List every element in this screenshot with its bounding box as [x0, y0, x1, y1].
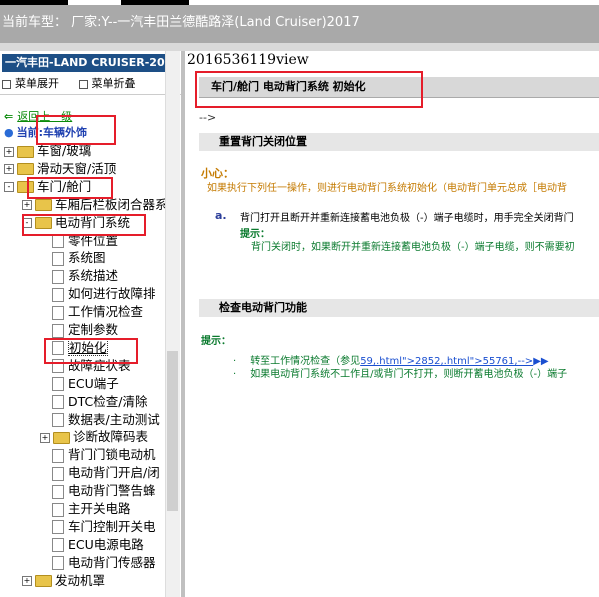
tree-item-label: 背门门锁电动机: [68, 447, 156, 463]
tree-item-label: 滑动天窗/活顶: [37, 160, 117, 176]
document-icon: [52, 466, 64, 481]
hint-title-2: 提示：: [201, 336, 231, 347]
section-heading-check: 检查电动背门功能: [199, 299, 599, 317]
step-label: a.: [215, 209, 227, 222]
content-panel: 2016536119view 车门/舱门 电动背门系统 初始化 --> 重置背门…: [185, 51, 599, 597]
document-icon: [52, 305, 64, 320]
highlight-box-title: [195, 71, 423, 108]
bullet-dot: ·: [233, 369, 237, 380]
folder-icon: [53, 431, 70, 444]
document-icon: [52, 413, 64, 427]
collapse-all-label: 菜单折叠: [91, 77, 136, 90]
expand-toggle-icon[interactable]: +: [22, 200, 32, 211]
document-icon: [52, 556, 64, 571]
document-icon: [52, 251, 64, 266]
vehicle-bar: 当前车型： 厂家:Y--一汽丰田兰德酷路泽(Land Cruiser)2017: [0, 5, 599, 43]
document-icon: [52, 234, 64, 248]
tree-item[interactable]: ECU端子: [40, 375, 119, 393]
folder-icon: [17, 163, 34, 176]
document-icon: [52, 520, 64, 535]
tree-item[interactable]: 电动背门警告蜂: [40, 482, 156, 500]
highlight-box-init: [44, 338, 138, 364]
nav-scrollbar[interactable]: [165, 51, 180, 597]
tree-item[interactable]: 电动背门传感器: [40, 554, 156, 572]
tree-item[interactable]: 如何进行故障排: [40, 285, 156, 303]
tree-item[interactable]: 系统描述: [40, 267, 118, 285]
section-heading-reset: 重置背门关闭位置: [199, 133, 599, 151]
folder-icon: [17, 145, 34, 158]
tree-item[interactable]: 数据表/主动测试: [40, 411, 160, 429]
tree-item-label: 电动背门警告蜂: [68, 483, 156, 499]
tree-item-label: 工作情况检查: [68, 304, 144, 320]
tree-item[interactable]: + 发动机罩: [22, 572, 105, 590]
user-icon: ●: [4, 126, 14, 139]
folder-icon: [35, 199, 52, 212]
expand-toggle-icon[interactable]: +: [4, 164, 14, 175]
tree-item[interactable]: ECU电源电路: [40, 536, 144, 554]
tree-item-label: ECU电源电路: [68, 536, 144, 552]
top-band: [0, 43, 599, 51]
step-text: 背门打开且断开并重新连接蓄电池负极（-）端子电缆时，用手完全关闭背门: [240, 213, 574, 224]
expand-toggle-icon[interactable]: +: [40, 432, 50, 443]
collapse-all-button[interactable]: 菜单折叠: [78, 77, 144, 90]
expand-icon: [2, 79, 11, 89]
expand-toggle-icon[interactable]: +: [4, 146, 14, 157]
tree-item-label: 系统图: [68, 250, 106, 266]
tree-item-label: 定制参数: [68, 322, 119, 337]
divider: [0, 94, 181, 95]
hint-text: 背门关闭时，如果断开并重新连接蓄电池负极（-）端子电缆，则不需要初: [251, 242, 575, 253]
tree-item-label: 车门控制开关电: [68, 518, 156, 534]
view-id: 2016536119view: [187, 52, 309, 68]
tree-item[interactable]: 主开关电路: [40, 500, 131, 518]
highlight-box-current: [36, 115, 116, 145]
tree-item[interactable]: 背门门锁电动机: [40, 446, 156, 464]
document-icon: [52, 538, 64, 553]
tree-item-label: 电动背门开启/闭: [68, 465, 160, 481]
list-item: · 如果电动背门系统不工作且/或背门不打开，则断开蓄电池负极（-）端子: [233, 365, 567, 380]
expand-all-button[interactable]: 菜单展开: [2, 77, 67, 90]
current-vehicle-text: 当前车型： 厂家:Y--一汽丰田兰德酷路泽(Land Cruiser)2017: [2, 15, 360, 30]
nav-header: 一汽丰田-LAND CRUISER-201: [2, 54, 169, 72]
stray-markup: -->: [199, 111, 217, 124]
tree-item-label: DTC检查/清除: [68, 393, 148, 409]
tree-item-label: ECU端子: [68, 375, 119, 391]
document-icon: [52, 287, 64, 302]
back-arrow-icon: ⇐: [4, 110, 14, 123]
expand-toggle-icon[interactable]: +: [22, 576, 32, 587]
document-icon: [52, 377, 64, 392]
document-icon: [52, 395, 64, 410]
tree-item[interactable]: + 诊断故障码表: [40, 428, 148, 446]
caution-text: 如果执行下列任一操作，则进行电动背门系统初始化（电动背门单元总成［电动背: [207, 183, 567, 194]
tree-item[interactable]: 电动背门开启/闭: [40, 464, 160, 482]
collapse-toggle-icon[interactable]: -: [4, 182, 14, 193]
highlight-box-doors: [27, 177, 113, 199]
bullet-text: 如果电动背门系统不工作且/或背门不打开，则断开蓄电池负极（-）端子: [250, 369, 568, 380]
tree-item[interactable]: 工作情况检查: [40, 303, 143, 321]
tree-item[interactable]: DTC检查/清除: [40, 393, 147, 411]
tree-item-label: 发动机罩: [55, 572, 106, 588]
tree-item-label: 电动背门传感器: [68, 554, 156, 570]
folder-icon: [35, 575, 52, 588]
document-icon: [52, 484, 64, 499]
tree-item-label: 诊断故障码表: [73, 429, 149, 445]
tree-item[interactable]: 车门控制开关电: [40, 518, 156, 536]
collapse-icon: [78, 79, 88, 89]
document-icon: [52, 502, 64, 517]
tree-item[interactable]: 定制参数: [40, 321, 118, 339]
tree-item[interactable]: + 滑动天窗/活顶: [4, 160, 116, 178]
tree-item-label: 车窗/玻璃: [37, 143, 92, 158]
tree-item-label: 主开关电路: [68, 501, 131, 516]
expand-all-label: 菜单展开: [15, 77, 59, 90]
document-icon: [52, 269, 64, 284]
tree-item-label: 系统描述: [68, 268, 119, 284]
highlight-box-power-backdoor: [22, 214, 146, 236]
tree-item[interactable]: 系统图: [40, 249, 106, 267]
tree-item-label: 如何进行故障排: [68, 286, 156, 302]
tree-item-label: 数据表/主动测试: [68, 411, 160, 427]
document-icon: [52, 448, 64, 463]
scrollbar-thumb[interactable]: [167, 351, 178, 511]
document-icon: [52, 323, 64, 338]
nav-toolbar: 菜单展开 菜单折叠: [2, 75, 152, 91]
